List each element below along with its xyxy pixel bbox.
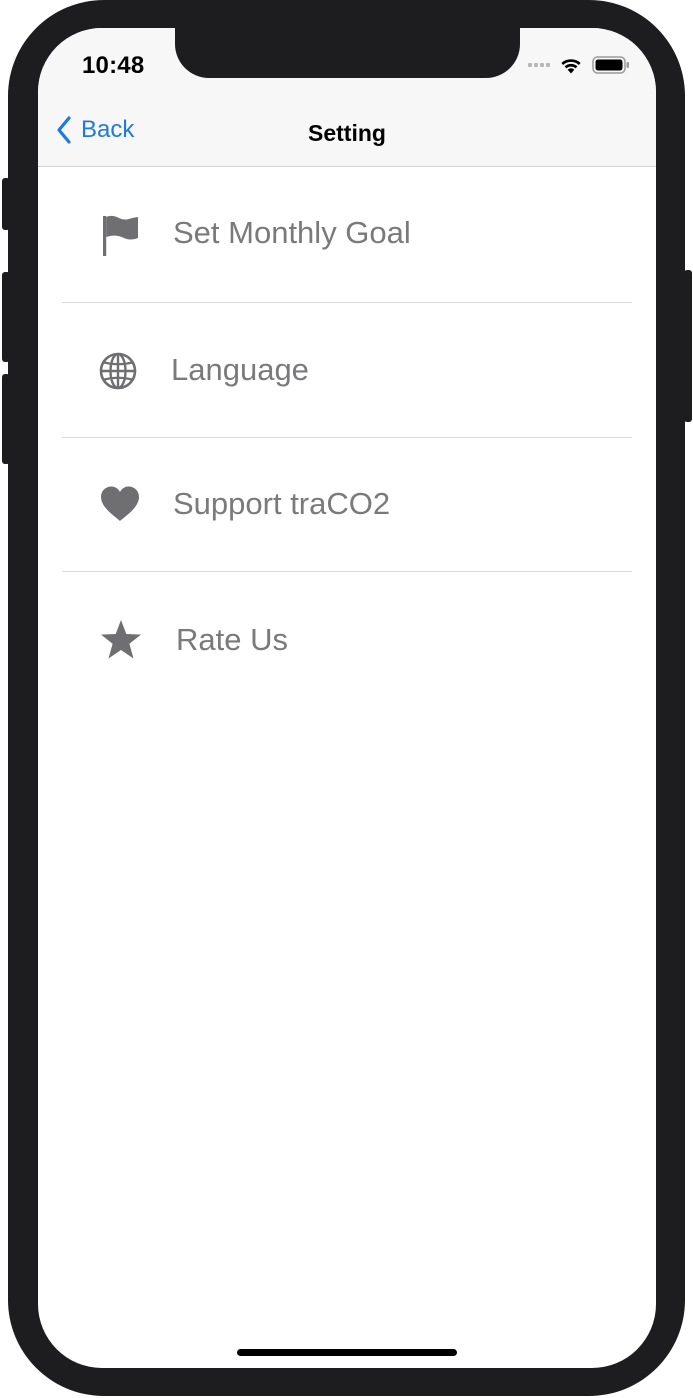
status-icons — [528, 56, 630, 74]
cellular-signal-icon — [528, 63, 550, 67]
menu-item-set-monthly-goal[interactable]: Set Monthly Goal — [62, 168, 632, 302]
menu-item-rate-us[interactable]: Rate Us — [62, 572, 632, 706]
side-button — [684, 270, 692, 422]
flag-icon — [100, 214, 140, 256]
menu-item-label: Rate Us — [176, 622, 288, 657]
menu-item-label: Set Monthly Goal — [173, 215, 411, 250]
menu-item-label: Support traCO2 — [173, 486, 391, 521]
screen: 10:48 Back Setting Set Monthly Goal Lang… — [38, 28, 656, 1368]
star-icon — [99, 619, 143, 661]
home-indicator[interactable] — [237, 1349, 457, 1356]
globe-icon — [98, 351, 138, 391]
battery-icon — [592, 56, 629, 74]
menu-item-label: Language — [171, 352, 309, 387]
heart-icon — [99, 485, 141, 523]
status-time: 10:48 — [82, 52, 145, 79]
menu-item-language[interactable]: Language — [62, 303, 632, 437]
wifi-icon — [561, 59, 581, 74]
menu-item-support[interactable]: Support traCO2 — [62, 438, 632, 571]
notch — [175, 28, 520, 78]
page-title: Setting — [308, 120, 386, 146]
